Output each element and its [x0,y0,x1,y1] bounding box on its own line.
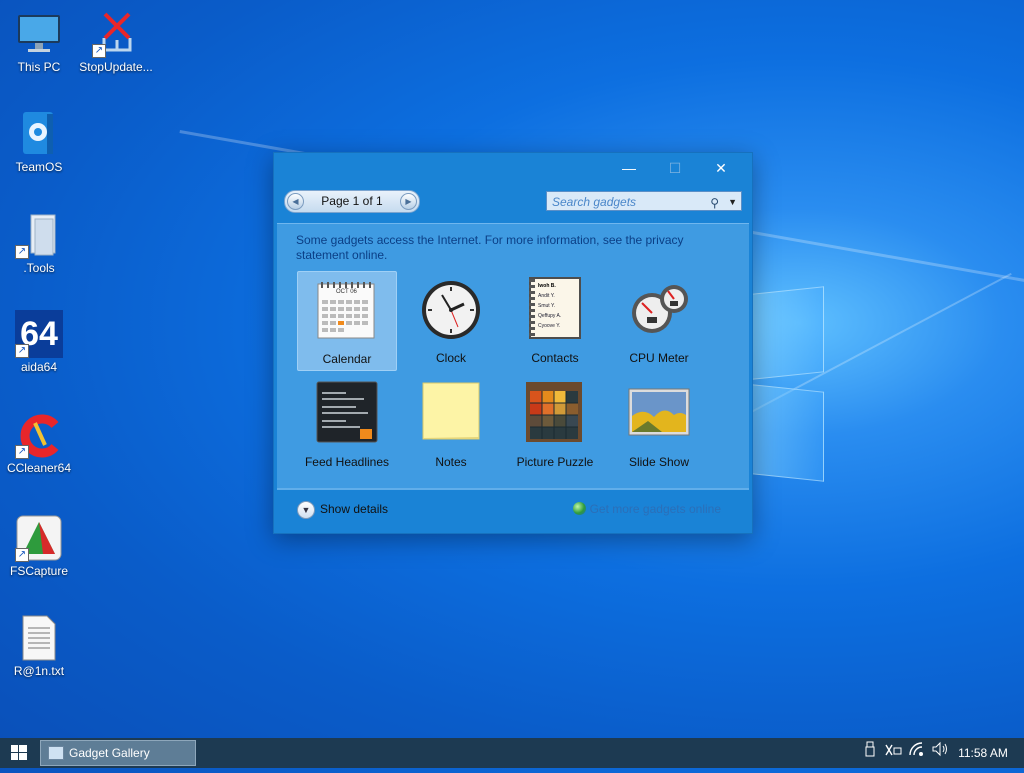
maximize-button[interactable]: ☐ [652,153,698,183]
gadget-cpu-meter[interactable]: CPU Meter [609,271,709,371]
contacts-icon: Iwoh B. Andit Y. Smut Y. Qeffupy A. Cyoo… [529,277,581,339]
gadget-feed-headlines[interactable]: Feed Headlines [297,375,397,475]
desktop-icon-fscapture[interactable]: ↗ FSCapture [1,514,77,578]
taskbar-item-label: Gadget Gallery [69,746,150,760]
gadget-panel: Some gadgets access the Internet. For mo… [277,223,749,489]
feed-headlines-icon [316,381,378,443]
notes-icon [420,381,482,443]
taskbar: Gadget Gallery 11:58 AM [0,738,1024,768]
gadget-calendar[interactable]: OCT 06 Calendar [297,271,397,371]
desktop-icon-ccleaner64[interactable]: ↗ CCleaner64 [1,411,77,475]
show-details-label: Show details [320,502,389,516]
taskbar-item-gadget-gallery[interactable]: Gadget Gallery [40,740,196,766]
contacts-name-0: Iwoh B. [538,283,556,289]
gadget-clock[interactable]: Clock [401,271,501,371]
desktop-icon-r1n-txt[interactable]: R@1n.txt [1,614,77,678]
gadget-contacts[interactable]: Iwoh B. Andit Y. Smut Y. Qeffupy A. Cyoo… [505,271,605,371]
close-button[interactable]: ✕ [698,153,744,183]
get-more-gadgets-label: Get more gadgets online [589,502,721,516]
gear-book-icon [15,110,63,158]
windows-start-icon [11,745,27,760]
desktop-icon-this-pc[interactable]: This PC [1,10,77,74]
shortcut-arrow-icon: ↗ [15,445,29,459]
slide-show-icon [628,381,690,443]
gallery-footer: ▼ Show details Get more gadgets online [277,488,749,532]
privacy-notice-link[interactable]: Some gadgets access the Internet. For mo… [296,233,716,263]
volume-icon[interactable] [930,738,950,768]
folder-icon: ↗ [15,211,63,259]
windows-logo-wallpaper [752,286,824,482]
shortcut-arrow-icon: ↗ [15,344,29,358]
desktop-icon-tools[interactable]: ↗ .Tools [1,211,77,275]
gadget-slide-show[interactable]: Slide Show [609,375,709,475]
chevron-down-icon: ▼ [297,500,315,519]
get-more-gadgets-link[interactable]: Get more gadgets online [572,502,721,516]
page-indicator: Page 1 of 1 [321,194,383,208]
dropdown-arrow-icon[interactable]: ▼ [728,192,737,212]
next-page-button[interactable]: ▶ [400,193,417,210]
search-icon[interactable]: ⚲ [710,193,719,213]
desktop-icon-aida64[interactable]: 64 ↗ aida64 [1,310,77,374]
ccleaner-icon: ↗ [15,411,63,459]
gadget-gallery-app-icon [48,746,64,760]
gadget-gallery-window: — ☐ ✕ ◀ Page 1 of 1 ▶ Search gadgets ⚲ ▼… [273,152,753,534]
usb-device-icon[interactable] [860,738,880,768]
shortcut-arrow-icon: ↗ [15,548,29,562]
start-button[interactable] [0,738,38,768]
computer-icon [15,10,63,58]
calendar-icon: OCT 06 [316,278,378,340]
fscapture-icon: ↗ [15,514,63,562]
show-details-toggle[interactable]: ▼ Show details [297,500,388,519]
network-icon[interactable] [906,738,928,768]
contacts-name-3: Qeffupy A. [538,313,562,319]
keyboard-language-icon[interactable] [882,738,904,768]
contacts-name-4: Cyoove Y. [538,323,561,329]
page-navigator: ◀ Page 1 of 1 ▶ [284,190,420,213]
stop-update-icon: ↗ [92,10,140,58]
contacts-name-2: Smut Y. [538,303,556,309]
search-placeholder: Search gadgets [552,195,637,209]
shortcut-arrow-icon: ↗ [15,245,29,259]
aida64-icon: 64 ↗ [15,310,63,358]
globe-icon [572,502,586,515]
minimize-button[interactable]: — [606,153,652,183]
cpu-meter-icon [628,277,690,339]
gadget-notes[interactable]: Notes [401,375,501,475]
calendar-month-text: OCT 06 [336,289,357,295]
text-file-icon [15,614,63,662]
clock-icon [420,277,482,339]
picture-puzzle-icon [524,381,586,443]
search-gadgets-input[interactable]: Search gadgets ⚲ ▼ [546,191,742,211]
desktop-icon-teamos[interactable]: TeamOS [1,110,77,174]
shortcut-arrow-icon: ↗ [92,44,106,58]
desktop-icon-stopupdate[interactable]: ↗ StopUpdate... [78,10,154,74]
prev-page-button[interactable]: ◀ [287,193,304,210]
gadget-picture-puzzle[interactable]: Picture Puzzle [505,375,605,475]
contacts-name-1: Andit Y. [538,293,555,299]
system-clock[interactable]: 11:58 AM [952,738,1014,768]
